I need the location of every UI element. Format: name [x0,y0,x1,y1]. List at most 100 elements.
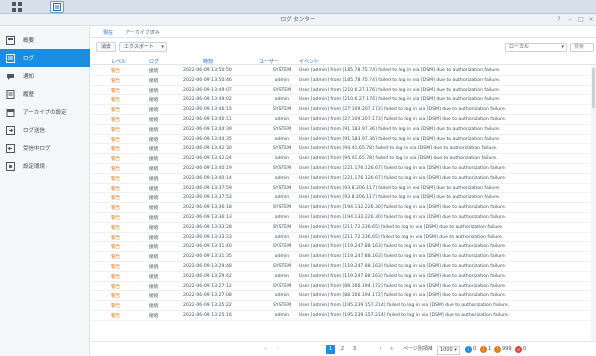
event-cell: User [admin] from [221.176.126.67] faile… [299,165,507,171]
sidebar-item-label: 受信中ログ [23,146,51,152]
search-input[interactable]: 検索 [570,43,594,52]
page-2-button[interactable]: 2 [338,345,347,354]
table-row[interactable]: 警告 接続 2022-06-09 13:29:42 admin User [admin]… [91,272,591,282]
table-row[interactable]: 警告 接続 2022-06-09 13:50:46 admin User [admin]… [91,76,591,86]
clear-button[interactable]: 消去 [96,42,117,52]
table-row[interactable]: 警告 接続 2022-06-09 13:33:28 SYSTEM User [admin… [91,223,591,233]
time-cell: 2022-06-09 13:46:11 [183,116,232,122]
tab-bar: 現在 アーカイブ済み [91,27,596,38]
time-cell: 2022-06-09 13:33:23 [183,234,232,240]
minimize-icon[interactable]: – [566,16,574,24]
time-cell: 2022-06-09 13:31:40 [183,244,232,250]
table-row[interactable]: 警告 接続 2022-06-09 13:37:53 admin User [admin]… [91,193,591,204]
level-cell: 警告 [111,176,121,182]
level-cell: 警告 [111,78,121,84]
per-page-select[interactable]: 1000 ▾ [437,346,460,355]
sidebar-item-overview[interactable]: 概要 [0,31,90,49]
column-header-user[interactable]: ユーザー [259,58,279,65]
source-select[interactable]: ローカル ▾ [505,43,567,52]
column-header-level[interactable]: レベル [111,58,126,65]
table-row[interactable]: 警告 接続 2022-06-09 13:42:30 SYSTEM User [admin… [91,144,591,155]
level-cell: 警告 [111,215,121,221]
time-cell: 2022-06-09 13:33:28 [183,224,232,230]
vertical-scrollbar[interactable] [591,66,596,353]
error-count: 0 [523,346,527,352]
table-row[interactable]: 警告 接続 2022-06-09 13:50:50 SYSTEM User [admin… [91,66,591,76]
table-row[interactable]: 警告 接続 2022-06-09 13:37:59 SYSTEM User [admin… [91,184,591,194]
archive-icon [5,107,15,117]
sidebar-item-logs[interactable]: ログ [0,49,90,67]
table-row[interactable]: 警告 接続 2022-06-09 13:49:07 SYSTEM User [admin… [91,86,591,96]
time-cell: 2022-06-09 13:29:48 [183,263,232,269]
last-page-icon[interactable]: » [387,345,396,354]
time-cell: 2022-06-09 13:44:35 [183,136,232,142]
sidebar-item-log-receiving[interactable]: 受信中ログ [0,139,90,157]
next-page-icon[interactable]: › [376,345,385,354]
table-header: レベル ログ 時刻 ユーザー イベント [91,56,596,65]
notice-count-icon: ! [494,346,501,353]
table-row[interactable]: 警告 接続 2022-06-09 13:46:11 admin User [admin]… [91,115,591,125]
time-cell: 2022-06-09 13:37:59 [183,185,232,191]
log-cell: 接続 [149,313,159,319]
table-row[interactable]: 警告 接続 2022-06-09 13:29:48 SYSTEM User [admin… [91,262,591,272]
log-cell: 接続 [149,127,159,133]
log-cell: 接続 [149,108,159,114]
level-cell: 警告 [111,127,121,133]
column-header-event[interactable]: イベント [299,58,319,65]
table-row[interactable]: 警告 接続 2022-06-09 13:25:22 SYSTEM User [admin… [91,301,591,311]
sidebar-item-history[interactable]: 履歴 [0,85,90,103]
event-cell: User [admin] from [27.109.207.173] faile… [299,116,507,122]
log-receive-icon [5,143,15,153]
table-row[interactable]: 警告 接続 2022-06-09 13:36:13 admin User [admin]… [91,213,591,223]
table-row[interactable]: 警告 接続 2022-06-09 13:36:18 SYSTEM User [admin… [91,203,591,213]
first-page-icon[interactable]: « [261,345,270,354]
log-cell: 接続 [149,284,159,290]
level-cell: 警告 [111,69,121,74]
column-header-log[interactable]: ログ [149,58,159,65]
maximize-icon[interactable]: □ [577,16,585,24]
level-cell: 警告 [111,88,121,94]
level-cell: 警告 [111,206,121,212]
sidebar-item-log-sending[interactable]: ログ送信 [0,121,90,139]
time-cell: 2022-06-09 13:36:18 [183,205,232,211]
table-row[interactable]: 警告 接続 2022-06-09 13:44:39 SYSTEM User [admin… [91,125,591,135]
table-row[interactable]: 警告 接続 2022-06-09 13:42:24 admin User [admin]… [91,154,591,164]
table-row[interactable]: 警告 接続 2022-06-09 13:27:08 admin User [admin]… [91,291,591,302]
table-row[interactable]: 警告 接続 2022-06-09 13:40:19 SYSTEM User [admin… [91,164,591,174]
main-menu-icon[interactable] [10,1,24,13]
sidebar-item-notifications[interactable]: 通知 [0,67,90,85]
event-cell: User [admin] from [210.6.27.176] failed … [299,87,501,93]
help-icon[interactable]: ? [555,16,563,24]
level-cell: 警告 [111,294,121,300]
table-row[interactable]: 警告 接続 2022-06-09 13:27:12 SYSTEM User [admin… [91,282,591,292]
source-select-value: ローカル [509,44,530,50]
per-page-label: ページ別項目 [403,346,433,352]
export-button[interactable]: エクスポート ▾ [119,42,167,52]
tab-archived[interactable]: アーカイブ済み [125,29,160,36]
sidebar-item-settings[interactable]: 設定環境 [0,157,90,175]
pagination-bar: « ‹ 1 2 3 › » ページ別項目 1000 ▾ i 0 ! 1 ! 99… [91,341,596,356]
log-cell: 接続 [149,137,159,143]
time-cell: 2022-06-09 13:37:53 [183,195,232,201]
page-1-button[interactable]: 1 [326,345,335,354]
table-row[interactable]: 警告 接続 2022-06-09 13:31:40 SYSTEM User [admin… [91,242,591,253]
scrollbar-thumb[interactable] [592,68,595,108]
table-row[interactable]: 警告 接続 2022-06-09 13:33:23 admin User [admin]… [91,233,591,243]
previous-page-icon[interactable]: ‹ [273,345,282,354]
table-row[interactable]: 警告 接続 2022-06-09 13:31:35 admin User [admin]… [91,252,591,262]
page-3-button[interactable]: 3 [350,345,359,354]
log-center-taskbar-icon[interactable] [50,1,64,13]
table-row[interactable]: 警告 接続 2022-06-09 13:49:02 admin User [admin]… [91,95,591,106]
history-icon [5,89,15,99]
table-row[interactable]: 警告 接続 2022-06-09 13:40:14 admin User [admin]… [91,174,591,184]
sidebar-item-archive-settings[interactable]: アーカイブの設定 [0,103,90,121]
column-header-time[interactable]: 時刻 [203,58,213,65]
taskbar [0,0,596,14]
table-row[interactable]: 警告 接続 2022-06-09 13:46:15 SYSTEM User [admin… [91,105,591,115]
info-count-icon: i [465,346,472,353]
table-row[interactable]: 警告 接続 2022-06-09 13:25:16 admin User [admin]… [91,311,591,321]
sidebar-item-label: アーカイブの設定 [23,110,67,116]
table-row[interactable]: 警告 接続 2022-06-09 13:44:35 admin User [admin]… [91,135,591,145]
close-icon[interactable]: × [587,16,595,24]
tab-current[interactable]: 現在 [103,29,113,36]
